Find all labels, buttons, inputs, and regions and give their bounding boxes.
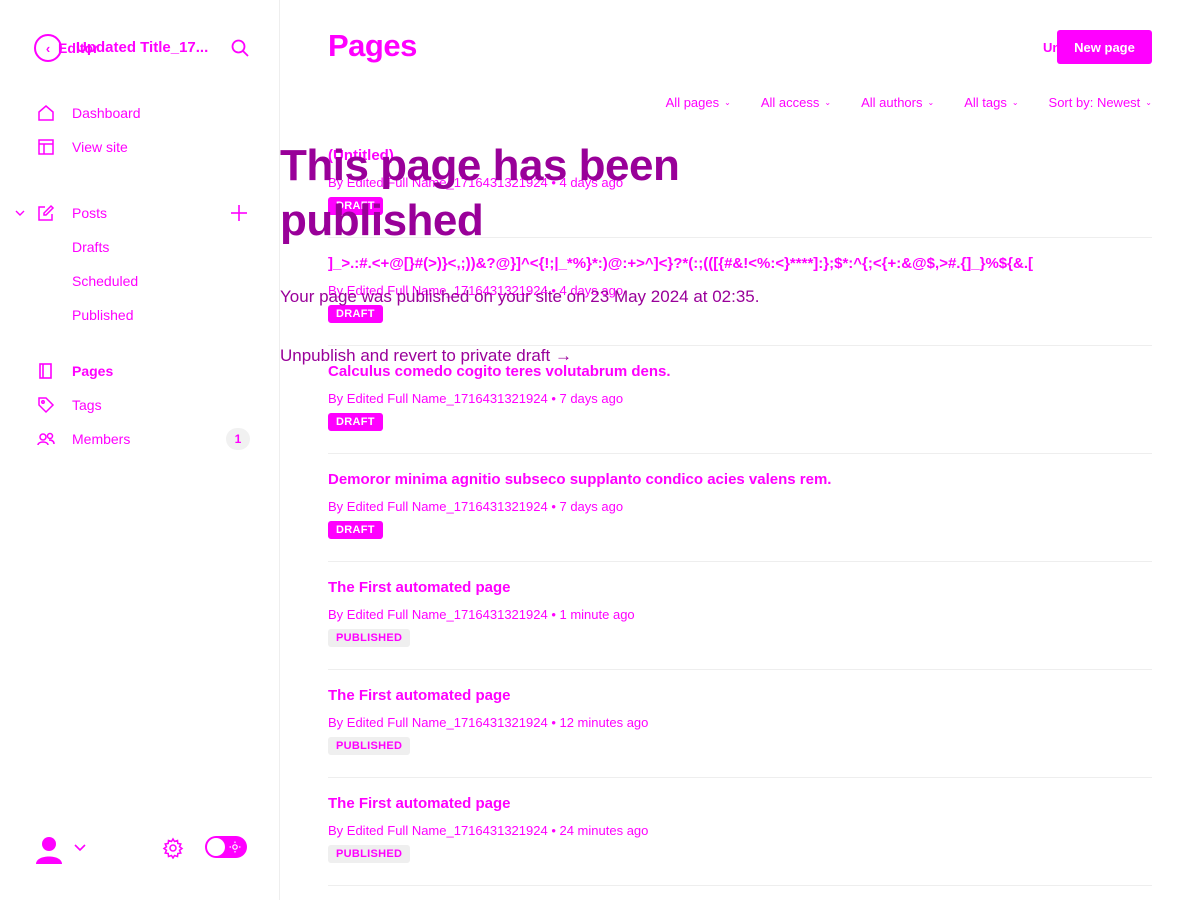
notice-heading: This page has been published: [280, 141, 680, 245]
chevron-left-icon: ‹: [45, 40, 51, 56]
filter-pages-dropdown[interactable]: All pages ⌄: [666, 95, 731, 110]
filter-label: All authors: [861, 95, 923, 110]
home-icon: [36, 103, 56, 123]
toggle-knob: [207, 838, 225, 856]
status-badge: PUBLISHED: [328, 629, 411, 647]
sort-dropdown[interactable]: Sort by: Newest ⌄: [1049, 95, 1152, 110]
chevron-down-icon: ⌄: [724, 98, 731, 107]
sidebar-item-tags[interactable]: Tags: [36, 393, 102, 417]
sidebar-item-label: Posts: [72, 205, 108, 221]
tag-icon: [36, 395, 56, 415]
list-item[interactable]: The First automated page By Edited Full …: [328, 670, 1152, 778]
page-title: Pages: [328, 28, 417, 63]
sidebar-footer: [34, 832, 250, 866]
list-item[interactable]: Demoror minima agnitio subseco supplanto…: [328, 454, 1152, 562]
status-badge: PUBLISHED: [328, 845, 411, 863]
sidebar-header: ‹ Editor Updated Title_17...: [34, 34, 250, 62]
user-icon[interactable]: [34, 834, 64, 864]
sidebar-item-drafts[interactable]: Drafts: [72, 239, 109, 255]
filter-tags-dropdown[interactable]: All tags ⌄: [964, 95, 1018, 110]
filter-access-dropdown[interactable]: All access ⌄: [761, 95, 831, 110]
filter-label: All pages: [665, 95, 720, 110]
sidebar: ‹ Editor Updated Title_17... Dashboard V…: [0, 0, 280, 900]
sidebar-item-view-site[interactable]: View site: [36, 135, 128, 159]
sidebar-item-scheduled[interactable]: Scheduled: [72, 273, 138, 289]
page-meta: By Edited Full Name_1716431321924 • 1 mi…: [328, 607, 635, 622]
sun-icon: [229, 841, 241, 853]
status-badge: DRAFT: [328, 521, 383, 539]
chevron-down-icon[interactable]: [74, 843, 86, 853]
status-badge: DRAFT: [328, 413, 383, 431]
page-title-link[interactable]: The First automated page: [328, 579, 1152, 596]
sidebar-item-published[interactable]: Published: [72, 307, 134, 323]
edit-icon: [36, 203, 56, 223]
sidebar-item-dashboard[interactable]: Dashboard: [36, 101, 141, 125]
theme-toggle[interactable]: [205, 836, 247, 858]
page-meta: By Edited Full Name_1716431321924 • 12 m…: [328, 715, 649, 730]
sidebar-item-label: Dashboard: [72, 105, 141, 121]
publish-notice: This page has been published Your page w…: [280, 138, 880, 365]
page-meta: By Edited Full Name_1716431321924 • 7 da…: [328, 499, 624, 514]
filter-label: All tags: [964, 95, 1007, 110]
sidebar-item-label: View site: [72, 139, 128, 155]
chevron-down-icon: ⌄: [824, 98, 832, 107]
sidebar-item-label: Pages: [72, 363, 114, 379]
page-meta: By Edited Full Name_1716431321924 • 24 m…: [328, 823, 649, 838]
gear-icon[interactable]: [162, 837, 184, 859]
main-content: Pages Unpublish New page All pages⌄ All …: [280, 0, 1200, 900]
sidebar-item-label: Members: [72, 431, 131, 447]
sidebar-item-members[interactable]: Members: [36, 427, 130, 451]
list-item[interactable]: The First automated page By Edited Full …: [328, 562, 1152, 670]
chevron-down-icon: ⌄: [927, 98, 935, 107]
site-title[interactable]: Updated Title_17...: [76, 39, 208, 56]
sidebar-item-pages[interactable]: Pages: [36, 359, 113, 383]
page-meta: By Edited Full Name_1716431321924 • 7 da…: [328, 391, 624, 406]
filter-label: All access: [760, 95, 820, 110]
layout-icon: [36, 137, 56, 157]
filter-bar: All pages ⌄ All access ⌄ All authors ⌄ All …: [666, 95, 1152, 110]
chevron-down-icon[interactable]: [14, 207, 26, 219]
page-title-link[interactable]: The First automated page: [328, 795, 1152, 812]
chevron-down-icon: ⌄: [1145, 98, 1152, 107]
plus-icon[interactable]: [229, 203, 249, 223]
search-icon[interactable]: [230, 38, 250, 58]
filter-label: Sort by: Newest: [1048, 95, 1141, 110]
list-item[interactable]: The First automated page By Edited Full …: [328, 778, 1152, 886]
page-title-link[interactable]: Demoror minima agnitio subseco supplanto…: [328, 471, 1152, 488]
members-icon: [36, 429, 56, 449]
sidebar-item-posts[interactable]: Posts: [36, 201, 107, 225]
notice-body: Your page was published on your site on …: [280, 287, 760, 306]
status-badge: DRAFT: [328, 305, 383, 323]
page-title-link[interactable]: The First automated page: [328, 687, 1152, 704]
filter-authors-dropdown[interactable]: All authors ⌄: [861, 95, 934, 110]
members-count-badge: 1: [226, 428, 250, 450]
page-icon: [36, 361, 56, 381]
new-page-button[interactable]: New page: [1057, 30, 1152, 64]
chevron-down-icon: ⌄: [1011, 98, 1019, 107]
unpublish-revert-link[interactable]: Unpublish and revert to private draft →: [280, 346, 572, 366]
status-badge: PUBLISHED: [328, 737, 411, 755]
sidebar-item-label: Tags: [72, 397, 102, 413]
